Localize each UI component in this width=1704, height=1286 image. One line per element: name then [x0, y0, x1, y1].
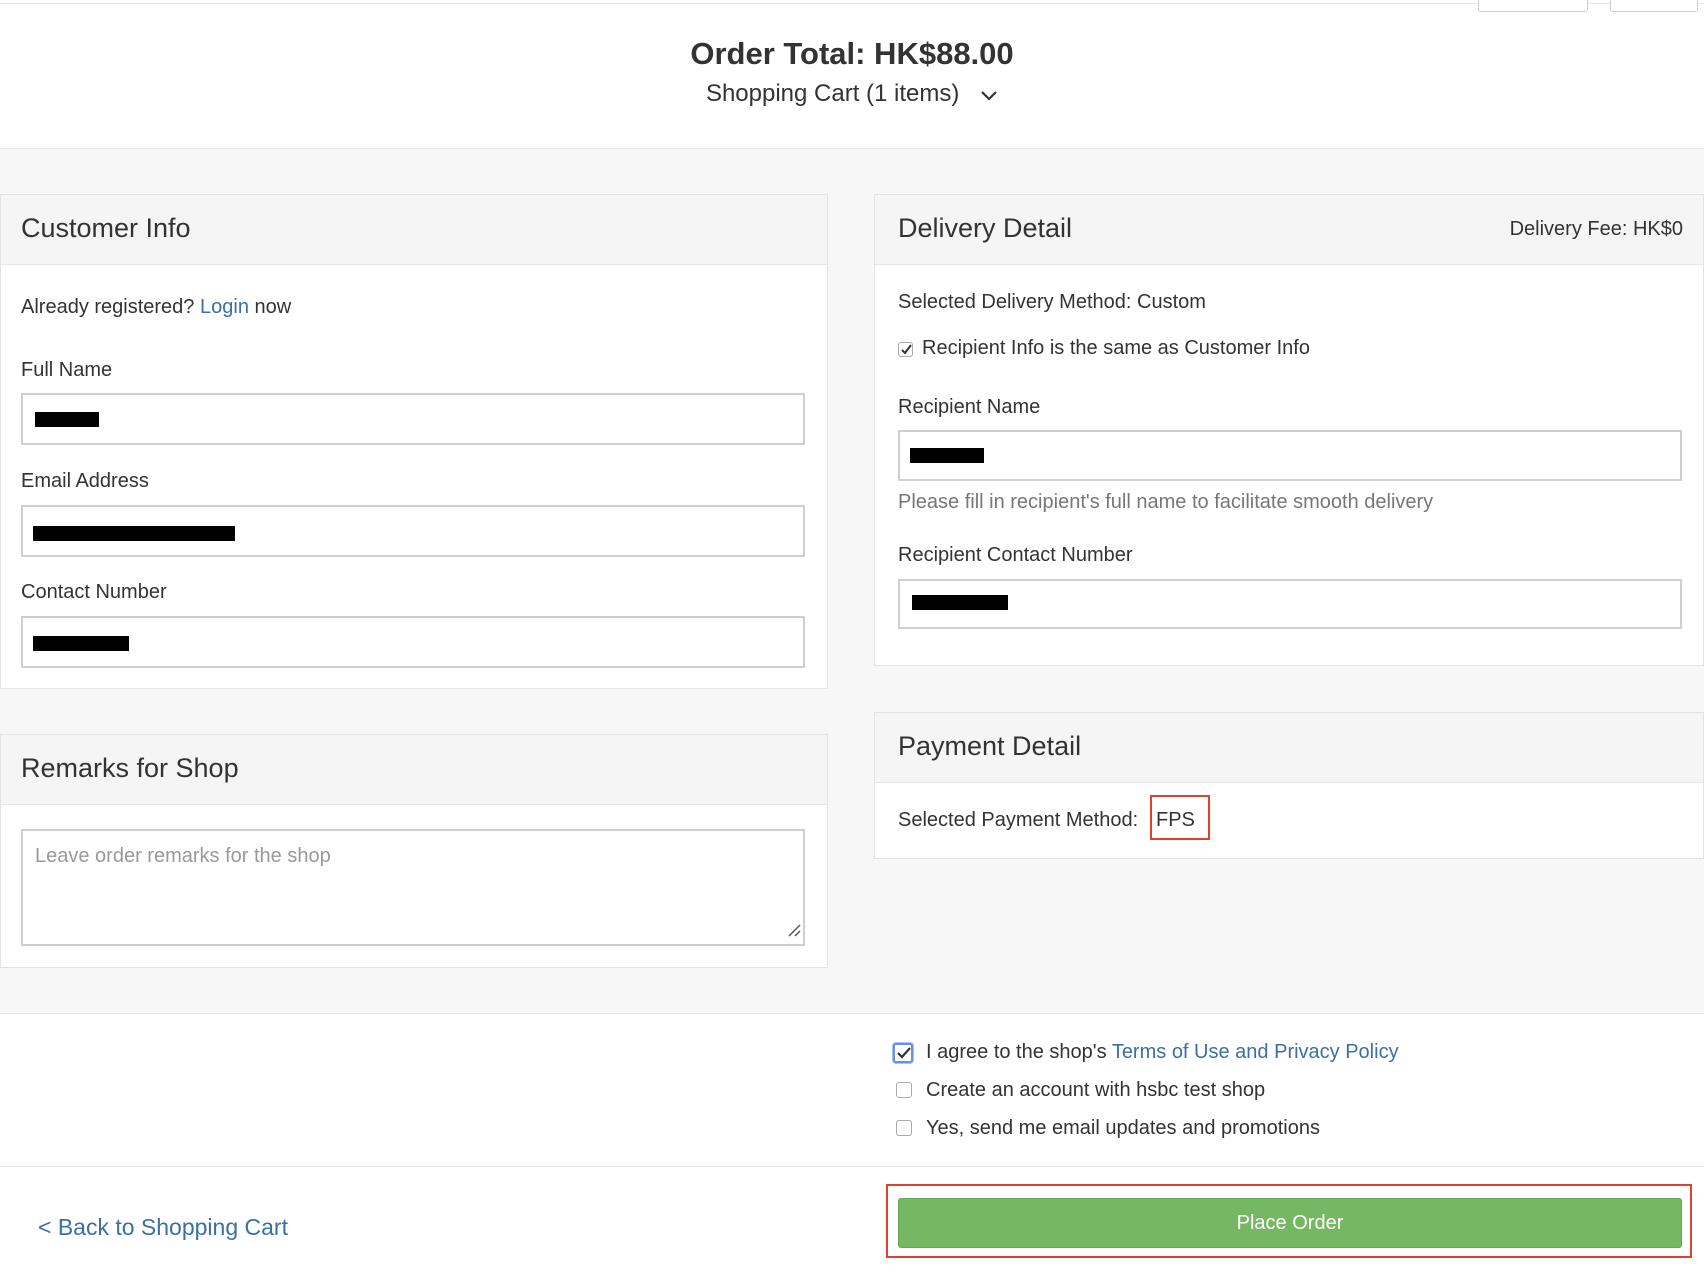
customer-info-title: Customer Info — [21, 213, 191, 243]
email-label: Email Address — [21, 470, 149, 492]
recipient-name-help: Please fill in recipient's full name to … — [898, 491, 1434, 513]
chevron-down-icon — [980, 81, 998, 109]
create-account-label: Create an account with hsbc test shop — [926, 1079, 1266, 1101]
delivery-detail-header: Delivery Detail Delivery Fee: HK$0 — [875, 195, 1703, 265]
top-divider — [0, 0, 1704, 4]
back-to-cart-link[interactable]: < Back to Shopping Cart — [38, 1214, 288, 1241]
shopping-cart-toggle[interactable]: Shopping Cart (1 items) — [0, 80, 1704, 109]
payment-detail-panel: Payment Detail Selected Payment Method: … — [874, 712, 1704, 859]
now-text: now — [254, 296, 292, 318]
payment-detail-title: Payment Detail — [898, 731, 1082, 761]
terms-link[interactable]: Terms of Use and Privacy Policy — [1112, 1041, 1399, 1063]
remarks-panel: Remarks for Shop Leave order remarks for… — [0, 734, 828, 968]
recipient-contact-input[interactable] — [898, 579, 1682, 629]
create-account-checkbox[interactable] — [896, 1082, 912, 1098]
payment-method-value: FPS — [1156, 809, 1195, 831]
contact-number-input[interactable] — [21, 616, 805, 668]
redacted-value — [33, 636, 129, 651]
redacted-value — [910, 448, 984, 463]
shopping-cart-toggle-label: Shopping Cart (1 items) — [705, 80, 960, 107]
contact-number-label: Contact Number — [21, 581, 167, 603]
delivery-detail-panel: Delivery Detail Delivery Fee: HK$0 Selec… — [874, 194, 1704, 666]
remarks-placeholder: Leave order remarks for the shop — [35, 845, 331, 867]
footer-divider — [0, 1166, 1704, 1167]
delivery-detail-title: Delivery Detail — [898, 213, 1073, 243]
recipient-name-input[interactable] — [898, 430, 1682, 481]
same-as-customer-checkbox[interactable] — [898, 342, 913, 357]
order-total: Order Total: HK$88.00 — [690, 36, 1014, 71]
remarks-textarea[interactable]: Leave order remarks for the shop — [21, 829, 805, 946]
login-link[interactable]: Login — [200, 296, 249, 318]
redacted-value — [33, 526, 235, 541]
place-order-highlight: Place Order — [886, 1184, 1692, 1258]
already-registered-text: Already registered? — [21, 296, 195, 318]
top-button-2[interactable] — [1610, 0, 1698, 12]
remarks-title: Remarks for Shop — [21, 753, 239, 783]
email-input[interactable] — [21, 505, 805, 557]
payment-method-label: Selected Payment Method: — [898, 809, 1139, 831]
place-order-button[interactable]: Place Order — [898, 1198, 1682, 1248]
recipient-name-label: Recipient Name — [898, 396, 1041, 418]
delivery-fee: Delivery Fee: HK$0 — [1509, 218, 1683, 240]
payment-detail-header: Payment Detail — [875, 713, 1703, 783]
terms-checkbox[interactable] — [893, 1043, 913, 1063]
email-updates-label: Yes, send me email updates and promotion… — [926, 1117, 1320, 1139]
customer-info-panel: Customer Info Already registered? Login … — [0, 194, 828, 689]
full-name-input[interactable] — [21, 393, 805, 445]
remarks-header: Remarks for Shop — [1, 735, 827, 805]
delivery-method: Selected Delivery Method: Custom — [898, 291, 1206, 313]
payment-method-highlight: FPS — [1150, 795, 1210, 840]
full-name-label: Full Name — [21, 359, 113, 381]
redacted-value — [35, 412, 99, 427]
redacted-value — [912, 595, 1008, 610]
same-as-customer-label: Recipient Info is the same as Customer I… — [922, 337, 1310, 359]
email-updates-checkbox[interactable] — [896, 1120, 912, 1136]
recipient-contact-label: Recipient Contact Number — [898, 544, 1133, 566]
login-prompt: Already registered? Login now — [21, 296, 291, 319]
customer-info-header: Customer Info — [1, 195, 827, 265]
resize-handle-icon[interactable] — [785, 921, 801, 942]
terms-agreement: I agree to the shop's Terms of Use and P… — [926, 1041, 1399, 1064]
terms-prefix: I agree to the shop's — [926, 1041, 1107, 1063]
top-button-1[interactable] — [1478, 0, 1588, 12]
